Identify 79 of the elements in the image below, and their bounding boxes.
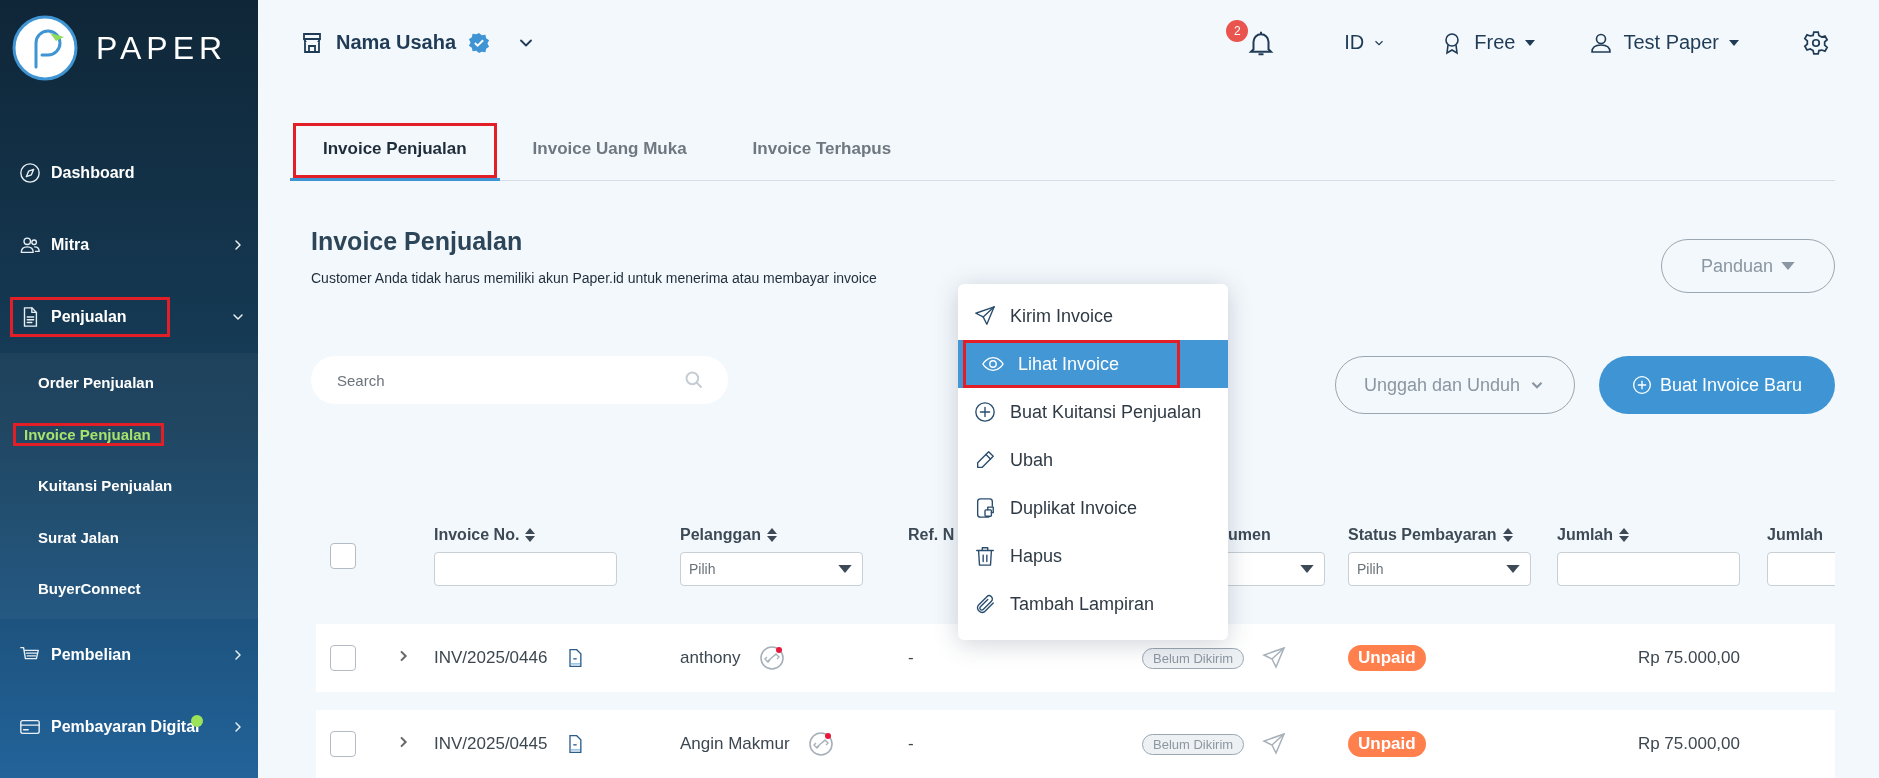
- column-header[interactable]: Invoice No.: [434, 526, 520, 544]
- paperclip-icon: [974, 593, 996, 615]
- column-header[interactable]: Status Pembayaran: [1348, 526, 1497, 544]
- plus-circle-icon: [974, 401, 996, 423]
- filter-dropdown[interactable]: Pilih: [1348, 552, 1531, 586]
- column-header[interactable]: Pelanggan: [680, 526, 761, 544]
- filter-field[interactable]: [434, 552, 617, 586]
- sidebar-item[interactable]: Dashboard: [0, 137, 258, 209]
- row-checkbox[interactable]: [330, 731, 356, 757]
- people-icon: [19, 234, 41, 256]
- submenu-item[interactable]: Kuitansi Penjualan: [13, 469, 196, 503]
- submenu-item[interactable]: Surat Jalan: [13, 520, 142, 554]
- menu-item[interactable]: Buat Kuitansi Penjualan: [958, 388, 1228, 436]
- column-header[interactable]: Jumlah: [1557, 526, 1613, 544]
- caret-icon: [1300, 565, 1314, 573]
- invoice-number[interactable]: INV/2025/0446: [434, 648, 548, 668]
- table-cell: -: [908, 734, 914, 754]
- pencil-icon: [974, 449, 996, 471]
- caret-icon: [1729, 39, 1739, 46]
- customer-name: anthony: [680, 648, 741, 668]
- menu-item[interactable]: Hapus: [958, 532, 1228, 580]
- paper-plane-icon: [974, 305, 996, 327]
- page-title: Invoice Penjualan: [311, 227, 524, 256]
- row-checkbox[interactable]: [330, 645, 356, 671]
- column-header: Jumlah: [1767, 526, 1823, 544]
- select-all-checkbox[interactable]: [330, 543, 356, 569]
- settings-icon[interactable]: [1803, 29, 1829, 56]
- status-pill: Belum Dikirim: [1142, 647, 1245, 669]
- user-menu[interactable]: Test Paper: [1589, 30, 1739, 55]
- store-icon: [300, 30, 324, 55]
- menu-item[interactable]: Duplikat Invoice: [958, 484, 1228, 532]
- filter-dropdown[interactable]: Pilih: [680, 552, 863, 586]
- plan-dropdown[interactable]: Free: [1440, 30, 1536, 55]
- sort-icon[interactable]: [1502, 528, 1513, 542]
- page-subtitle: Customer Anda tidak harus memiliki akun Paper.id untuk menerima atau membayar invoice: [311, 270, 877, 286]
- logo-icon: [12, 15, 78, 81]
- plus-circle-icon: [1631, 375, 1652, 395]
- caret-icon: [838, 565, 852, 573]
- caret-icon: [1781, 262, 1796, 270]
- brand-name: PAPER: [96, 29, 228, 67]
- sort-icon[interactable]: [525, 528, 536, 542]
- submenu-item[interactable]: Invoice Penjualan: [13, 422, 164, 446]
- language-dropdown[interactable]: ID: [1344, 31, 1387, 54]
- caret-icon: [1506, 565, 1520, 573]
- status-pill: Belum Dikirim: [1142, 733, 1245, 755]
- sidebar-item[interactable]: Mitra: [0, 209, 258, 281]
- trash-icon: [974, 545, 996, 567]
- amount: Rp 75.000,00: [1637, 648, 1740, 668]
- sidebar-item[interactable]: Penjualan: [0, 281, 258, 353]
- tab[interactable]: Invoice Terhapus: [719, 120, 925, 181]
- notification-badge: 2: [1226, 19, 1249, 42]
- search-icon: [684, 370, 704, 390]
- table-cell: -: [908, 648, 914, 668]
- submenu-item[interactable]: BuyerConnect: [13, 572, 164, 606]
- column-header: umen: [1228, 526, 1271, 544]
- sort-icon[interactable]: [1619, 528, 1629, 542]
- business-name[interactable]: Nama Usaha: [336, 31, 457, 54]
- search-field[interactable]: Search: [311, 356, 728, 404]
- column-header: Ref. N: [908, 526, 955, 544]
- submenu-item[interactable]: Order Penjualan: [13, 366, 177, 400]
- duplicate-icon: [974, 497, 996, 519]
- table-row[interactable]: INV/2025/0445 Angin Makmur - Belum Dikirim Unpaid Rp 75.000,00: [316, 710, 1835, 778]
- payment-status-badge: Unpaid: [1348, 731, 1426, 757]
- sidebar-item[interactable]: Pembelian: [0, 618, 258, 691]
- filter-field[interactable]: [1557, 552, 1740, 586]
- sort-icon[interactable]: [766, 528, 777, 542]
- tab[interactable]: Invoice Uang Muka: [499, 120, 720, 181]
- link-badge-icon: [758, 645, 785, 671]
- amount: Rp 75.000,00: [1637, 734, 1740, 754]
- link-badge-icon: [807, 731, 834, 757]
- payment-status-badge: Unpaid: [1348, 645, 1426, 671]
- invoice-number[interactable]: INV/2025/0445: [434, 734, 548, 754]
- menu-item[interactable]: Kirim Invoice: [958, 292, 1228, 340]
- caret-icon: [1525, 39, 1536, 46]
- table-row[interactable]: INV/2025/0446 anthony - Belum Dikirim Unpaid Rp 75.000,00: [316, 624, 1835, 692]
- compass-icon: [19, 162, 41, 184]
- menu-item[interactable]: Ubah: [958, 436, 1228, 484]
- tab[interactable]: Invoice Penjualan: [290, 120, 500, 181]
- customer-name: Angin Makmur: [680, 734, 790, 754]
